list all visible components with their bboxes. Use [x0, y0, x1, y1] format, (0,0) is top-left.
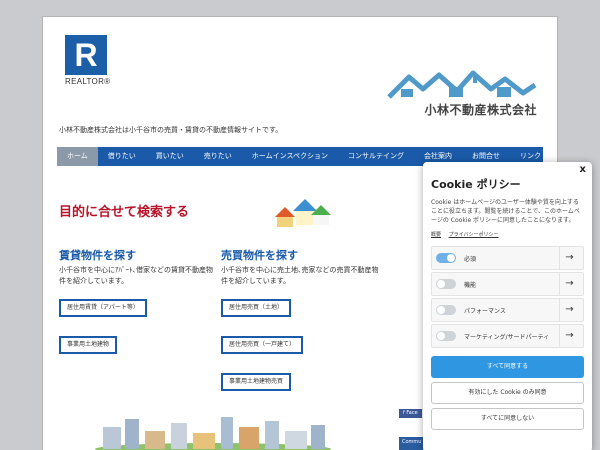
- cookie-title: Cookie ポリシー: [431, 178, 521, 191]
- close-icon[interactable]: x: [580, 164, 586, 175]
- facebook-widget[interactable]: f Face: [399, 409, 422, 418]
- rental-commercial-link[interactable]: 事業用土地建物: [59, 336, 118, 354]
- sale-commercial-link[interactable]: 事業用土地建物売買: [221, 373, 292, 391]
- rental-section-description: 小千谷市を中心にｱﾊﾟｰﾄ､借家などの賃貸不動産物件を紹介しています。: [59, 266, 213, 285]
- realtor-logo-letter: R: [74, 37, 98, 73]
- rental-residential-link[interactable]: 居住用賃貸（アパート等）: [59, 299, 147, 317]
- rental-section-title: 賃貸物件を探す: [59, 249, 136, 262]
- nav-item-sell[interactable]: 売りたい: [194, 147, 242, 166]
- accept-enabled-button[interactable]: 有効にした Cookie のみ同意: [431, 382, 584, 404]
- cookie-category-functional: 機能 →: [431, 272, 584, 296]
- marketing-toggle[interactable]: [436, 331, 456, 341]
- required-toggle[interactable]: [436, 253, 456, 263]
- chevron-right-icon[interactable]: →: [559, 247, 579, 269]
- nav-item-buy[interactable]: 買いたい: [146, 147, 194, 166]
- chevron-right-icon[interactable]: →: [559, 299, 579, 321]
- site-tagline: 小林不動産株式会社は小千谷市の売買・賃貸の不動産情報サイトです。: [59, 126, 283, 134]
- cityscape-illustration-icon: [95, 417, 331, 450]
- cookie-category-required: 必須 →: [431, 246, 584, 270]
- nav-item-inspection[interactable]: ホームインスペクション: [242, 147, 338, 166]
- realtor-logo-box: R: [65, 35, 107, 75]
- cookie-category-marketing: マーケティング/サードパーティ →: [431, 324, 584, 348]
- nav-item-home[interactable]: ホーム: [57, 147, 98, 166]
- cookie-overview-link[interactable]: 概要: [431, 232, 441, 238]
- realtor-logo-word: REALTOR®: [65, 77, 111, 86]
- required-label: 必須: [464, 255, 477, 263]
- functional-toggle[interactable]: [436, 279, 456, 289]
- cookie-links: 概要 プライバシーポリシー: [431, 231, 584, 238]
- performance-label: パフォーマンス: [464, 307, 506, 315]
- cookie-body: Cookie はホームページのユーザー体験や質を向上することに役立ちます。閲覧を…: [431, 199, 580, 224]
- realtor-logo: R REALTOR®: [65, 35, 111, 87]
- cookie-privacy-link[interactable]: プライバシーポリシー: [449, 232, 499, 238]
- company-name: 小林不動産株式会社: [424, 103, 537, 117]
- marketing-label: マーケティング/サードパーティ: [464, 333, 550, 341]
- sale-land-link[interactable]: 居住用売買（土地）: [221, 299, 292, 317]
- page-headline: 目的に合せて検索する: [59, 205, 190, 220]
- cookie-categories: 必須 → 機能 → パフォーマンス → マーケティング/サードパーティ →: [431, 246, 584, 348]
- nav-item-consulting[interactable]: コンサルテイング: [338, 147, 414, 166]
- company-logo[interactable]: 小林不動産株式会社: [387, 69, 537, 118]
- nav-item-rent[interactable]: 借りたい: [98, 147, 146, 166]
- sale-section-title: 売買物件を探す: [221, 249, 298, 262]
- chevron-right-icon[interactable]: →: [559, 325, 579, 347]
- performance-toggle[interactable]: [436, 305, 456, 315]
- cookie-category-performance: パフォーマンス →: [431, 298, 584, 322]
- functional-label: 機能: [464, 281, 477, 289]
- chevron-right-icon[interactable]: →: [559, 273, 579, 295]
- sale-section-description: 小千谷市を中心に売土地､売家などの売買不動産物件を紹介しています。: [221, 266, 379, 285]
- accept-all-button[interactable]: すべて同意する: [431, 356, 584, 378]
- toy-houses-icon: [275, 199, 331, 227]
- houses-logo-icon: [387, 70, 537, 99]
- cookie-dialog: x Cookie ポリシー Cookie はホームページのユーザー体験や質を向上…: [423, 162, 592, 450]
- reject-all-button[interactable]: すべてに同意しない: [431, 408, 584, 430]
- sale-house-link[interactable]: 居住用売買（一戸建て）: [221, 336, 304, 354]
